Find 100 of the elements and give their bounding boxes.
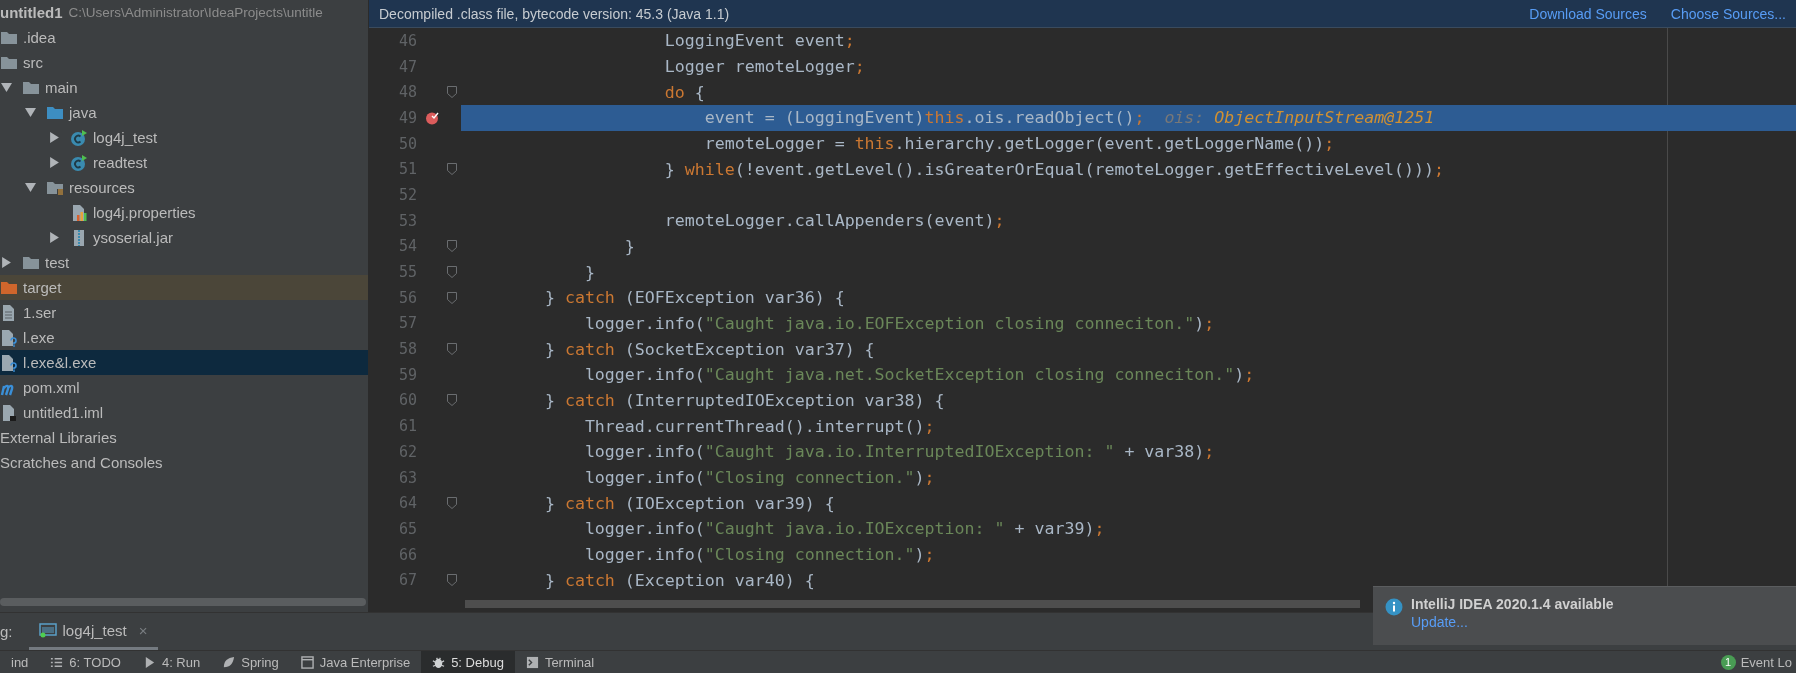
fold-marker-icon[interactable] [447,343,457,356]
code-line: remoteLogger = this.hierarchy.getLogger(event.getLoggerName()); [703,134,1335,154]
console-icon [38,622,57,638]
line-number: 52 [397,185,417,204]
code-line: } catch (InterruptedIOException var38) { [543,390,945,410]
tree-item[interactable]: ysoserial.jar [0,225,368,250]
code-line: logger.info("Caught java.io.EOFException closing conneciton."); [583,313,1215,333]
tree-item[interactable]: src [0,50,368,75]
collapsed-arrow-icon[interactable] [49,232,60,243]
tool-window-button[interactable]: 4: Run [131,651,212,673]
debug-label: g: [0,622,13,642]
fold-marker-icon[interactable] [447,240,457,253]
line-number: 53 [397,211,417,230]
code-line: logger.info("Caught java.io.InterruptedIOException: " + var38); [583,442,1215,462]
fold-marker-icon[interactable] [447,497,457,510]
tree-item[interactable]: target [0,275,368,300]
breakpoint-icon[interactable] [425,110,439,125]
code-line: } catch (SocketException var37) { [543,339,875,359]
line-number: 47 [397,57,417,76]
line-number: 46 [397,31,417,50]
tree-item[interactable]: l.exe&l.exe [0,350,368,375]
collapsed-arrow-icon[interactable] [49,132,60,143]
line-number: 56 [397,288,417,307]
fold-marker-icon[interactable] [447,574,457,587]
terminal-icon [525,655,539,669]
banner-link[interactable]: Download Sources [1529,5,1647,22]
line-number: 62 [397,442,417,461]
unknown-file-icon [0,328,18,347]
expanded-arrow-icon[interactable] [25,107,36,118]
event-log-label: Event Lo [1740,654,1792,670]
code-line: Logger remoteLogger; [663,57,865,77]
line-number: 54 [397,237,417,256]
code-line: logger.info("Caught java.net.SocketException closing conneciton."); [583,365,1255,385]
line-number: 59 [397,365,417,384]
line-number: 49 [397,108,417,127]
tree-item[interactable]: untitled1 C:\Users\Administrator\IdeaProjects\untitle [0,0,368,25]
tree-item[interactable]: main [0,75,368,100]
code-line: logger.info("Closing connection."); [583,468,935,488]
banner-text: Decompiled .class file, bytecode version: 45.3 (Java 1.1) [379,5,730,22]
line-number: 58 [397,340,417,359]
line-number: 50 [397,134,417,153]
leaf-icon [222,655,236,669]
horizontal-scrollbar[interactable] [0,598,366,606]
tree-item[interactable]: 1.ser [0,300,368,325]
tree-item[interactable]: resources [0,175,368,200]
code-line: do { [663,82,705,102]
tool-window-button[interactable]: ind [0,651,40,673]
tree-item[interactable]: untitled1.iml [0,400,368,425]
unknown-file-icon [0,353,18,372]
tree-item[interactable]: pom.xml [0,375,368,400]
tree-item[interactable]: log4j_test [0,125,368,150]
fold-marker-icon[interactable] [447,163,457,176]
code-line: logger.info("Closing connection."); [583,545,935,565]
fold-marker-icon[interactable] [447,394,457,407]
tree-item[interactable]: .idea [0,25,368,50]
tree-item[interactable]: test [0,250,368,275]
tree-item[interactable]: log4j.properties [0,200,368,225]
project-path: C:\Users\Administrator\IdeaProjects\untitle [68,5,323,20]
banner-link[interactable]: Choose Sources... [1670,5,1786,22]
notification-title: IntelliJ IDEA 2020.1.4 available [1411,596,1614,612]
event-log-button[interactable]: 1 Event Lo [1710,651,1796,673]
collapsed-arrow-icon[interactable] [49,157,60,168]
tree-item[interactable]: l.exe [0,325,368,350]
expanded-arrow-icon[interactable] [1,82,12,93]
code-line: } catch (Exception var40) { [543,570,815,590]
line-number: 55 [397,263,417,282]
fold-marker-icon[interactable] [447,291,457,304]
line-number: 51 [397,160,417,179]
module-file-icon [0,403,18,422]
count-badge: 1 [1720,654,1736,670]
fold-marker-icon[interactable] [447,266,457,279]
tree-item[interactable]: java [0,100,368,125]
code-line: } catch (IOException var39) { [543,493,835,513]
code-line: } catch (EOFException var36) { [543,288,845,308]
tree-item[interactable]: readtest [0,150,368,175]
tool-window-button[interactable]: 5: Debug [421,651,515,673]
tree-item[interactable]: External Libraries [0,425,368,450]
code-line: logger.info("Caught java.io.IOException: " + var39); [583,519,1105,539]
code-line: event = (LoggingEvent)this.ois.readObject(); [703,108,1145,128]
tool-window-button[interactable]: Terminal [514,651,605,673]
line-number: 64 [397,494,417,513]
code-line: } [623,236,635,256]
tool-window-button[interactable]: Java Enterprise [289,651,422,673]
fold-marker-icon[interactable] [447,86,457,99]
update-link[interactable]: Update... [1411,614,1614,630]
bug-icon [432,655,446,669]
line-number: 65 [397,519,417,538]
horizontal-scrollbar[interactable] [465,600,1360,608]
inline-debug-value: ois: ObjectInputStream@1251 [1164,108,1435,128]
expanded-arrow-icon[interactable] [25,182,36,193]
tree-item[interactable]: Scratches and Consoles [0,450,368,475]
code-line: } [583,262,595,282]
line-number: 67 [397,571,417,590]
collapsed-arrow-icon[interactable] [1,257,12,268]
tool-window-button[interactable]: 6: TODO [39,651,132,673]
line-number: 48 [397,83,417,102]
code-line: LoggingEvent event; [663,31,855,51]
code-line: remoteLogger.callAppenders(event); [663,211,1005,231]
tool-window-button[interactable]: Spring [211,651,290,673]
line-number: 61 [397,417,417,436]
